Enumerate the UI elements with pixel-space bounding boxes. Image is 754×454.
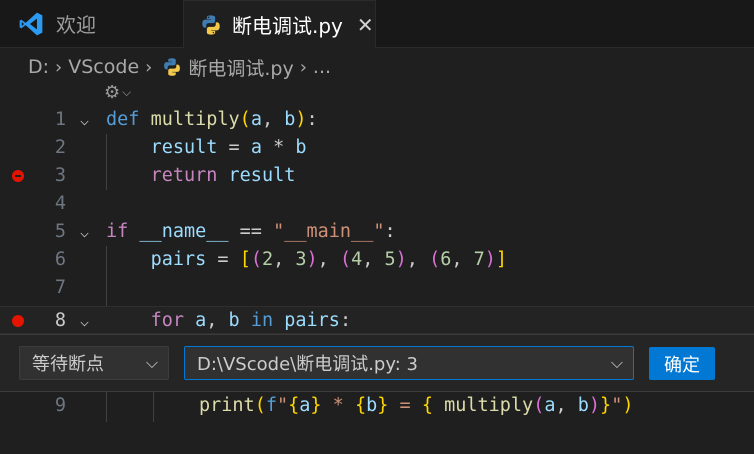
python-icon (164, 58, 181, 76)
fold-chevron-icon[interactable]: ⌵ (80, 106, 89, 134)
line-number[interactable]: 5 (30, 218, 66, 246)
breadcrumb-more[interactable]: ... (313, 56, 331, 78)
tab-welcome-label: 欢迎 (56, 13, 96, 37)
breadcrumb-folder[interactable]: VScode (68, 56, 139, 78)
code-line[interactable]: 5 ⌵ if __name__ == "__main__": (0, 218, 754, 246)
code-text: for a, b in pairs: (150, 310, 352, 331)
code-line[interactable]: 1 ⌵ def multiply(a, b): (0, 106, 754, 134)
chevron-down-icon: ⌵ (122, 85, 132, 99)
code-line-current[interactable]: 8 ⌵ for a, b in pairs: (0, 306, 754, 334)
sticky-scroll-toggle[interactable]: ⚙ ⌵ (104, 82, 131, 103)
fold-chevron-icon[interactable]: ⌵ (80, 218, 89, 246)
code-line[interactable]: 2 result = a * b (0, 134, 754, 162)
chevron-right-icon: › (299, 56, 307, 78)
code-line[interactable]: 6 pairs = [(2, 3), (4, 5), (6, 7)] (0, 246, 754, 274)
chevron-right-icon: › (145, 56, 153, 78)
breadcrumb-file[interactable]: 断电调试.py (188, 54, 293, 81)
breakpoint-type-select[interactable]: 等待断点 ⌵ (19, 346, 169, 380)
line-number[interactable]: 8 (30, 307, 66, 335)
line-number[interactable]: 7 (30, 274, 66, 302)
fold-chevron-icon[interactable]: ⌵ (80, 307, 89, 335)
code-text: def multiply(a, b): (106, 109, 318, 130)
breakpoint-type-value: 等待断点 (32, 354, 104, 375)
code-editor[interactable]: 1 ⌵ def multiply(a, b): 2 result = a * b… (0, 106, 754, 454)
line-number[interactable]: 2 (30, 134, 66, 162)
chevron-right-icon: › (55, 56, 63, 78)
line-number[interactable]: 4 (30, 190, 66, 218)
chevron-down-icon: ⌵ (145, 353, 158, 372)
line-number[interactable]: 6 (30, 246, 66, 274)
tab-file-label: 断电调试.py (232, 14, 343, 38)
close-icon[interactable]: ✕ (357, 13, 374, 37)
code-text: if __name__ == "__main__": (106, 221, 396, 242)
line-number[interactable]: 1 (30, 106, 66, 134)
confirm-button[interactable]: 确定 (649, 347, 715, 380)
code-text: print(f"{a} * {b} = { multiply(a, b)}") (199, 395, 634, 416)
code-text: pairs = [(2, 3), (4, 5), (6, 7)] (150, 249, 508, 270)
breadcrumb-drive[interactable]: D: (28, 56, 49, 78)
chevron-down-icon: ⌵ (610, 353, 623, 372)
vscode-icon (19, 12, 43, 35)
symbol-icon: ⚙ (104, 82, 121, 103)
code-line[interactable]: 7 (0, 274, 754, 302)
breadcrumb: D: › VScode › 断电调试.py › ... (28, 54, 331, 80)
python-icon (202, 14, 220, 35)
tab-file[interactable]: 断电调试.py ✕ (184, 0, 376, 48)
breakpoint-location-value: D:\VScode\断电调试.py: 3 (197, 354, 418, 375)
code-line[interactable]: 9 print(f"{a} * {b} = { multiply(a, b)}"… (0, 392, 754, 420)
line-number[interactable]: 3 (30, 162, 66, 190)
code-line[interactable]: 3 return result (0, 162, 754, 190)
line-number[interactable]: 9 (30, 392, 66, 420)
tab-welcome[interactable]: 欢迎 (0, 0, 184, 47)
breakpoint-location-select[interactable]: D:\VScode\断电调试.py: 3 ⌵ (184, 346, 634, 380)
code-text: result = a * b (150, 137, 307, 158)
code-text: return result (150, 165, 296, 186)
breakpoint-unverified-icon[interactable] (12, 170, 24, 182)
code-line[interactable]: 4 (0, 190, 754, 218)
breakpoint-icon[interactable] (12, 315, 24, 327)
breakpoint-widget: 等待断点 ⌵ D:\VScode\断电调试.py: 3 ⌵ 确定 (0, 334, 754, 392)
tab-bar: 欢迎 断电调试.py ✕ (0, 0, 754, 48)
